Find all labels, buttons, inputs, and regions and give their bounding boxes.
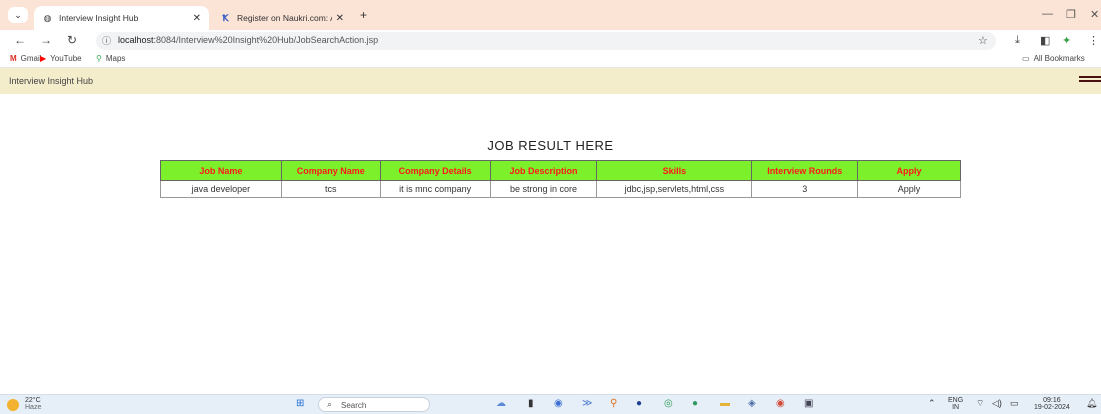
weather-icon[interactable]	[7, 399, 19, 411]
weather-desc: Haze	[25, 404, 42, 411]
bookmark-label: YouTube	[50, 54, 82, 63]
tab-naukri[interactable]: Ꝁ Register on Naukri.com: Apply ✕	[212, 6, 352, 30]
column-header-company-name: Company Name	[280, 160, 381, 181]
tab-interview-insight-hub[interactable]: ◍ Interview Insight Hub ✕	[34, 6, 209, 30]
tab-strip: ⌄ ◍ Interview Insight Hub ✕ Ꝁ Register o…	[0, 0, 1101, 30]
clock[interactable]: 09:16 19-02-2024	[1034, 397, 1070, 411]
volume-icon[interactable]: ◁)	[992, 398, 1002, 409]
taskbar-search[interactable]: ⌕ Search	[318, 397, 430, 412]
column-header-skills: Skills	[596, 160, 753, 181]
url-text[interactable]: localhost:8084/Interview%20Insight%20Hub…	[118, 35, 378, 45]
app-icon[interactable]: ●	[636, 398, 642, 409]
pinned-search-icon[interactable]: ⚲	[610, 398, 617, 409]
edge-icon[interactable]: ●	[692, 398, 698, 409]
store-icon[interactable]: ◈	[748, 398, 756, 409]
task-view-icon[interactable]: ▮	[528, 398, 534, 409]
youtube-icon: ▶	[40, 54, 47, 63]
bookmark-star-icon[interactable]: ☆	[978, 34, 988, 47]
window-close-icon[interactable]: ✕	[1090, 8, 1099, 21]
column-header-job-description: Job Description	[489, 160, 598, 181]
notification-icon[interactable]: 🔔︎	[1086, 398, 1097, 409]
battery-icon[interactable]: ▭	[1010, 398, 1019, 409]
column-header-company-details: Company Details	[379, 160, 491, 181]
page-content: Interview Insight Hub JOB RESULT HERE Jo…	[0, 68, 1101, 394]
site-info-icon[interactable]: ⓘ	[102, 34, 111, 47]
app-header: Interview Insight Hub	[0, 68, 1101, 94]
column-header-interview-rounds: Interview Rounds	[751, 160, 859, 181]
clock-date: 19-02-2024	[1034, 404, 1070, 411]
new-tab-icon[interactable]: +	[360, 8, 367, 22]
weather-temp: 22°C	[25, 397, 41, 404]
tab-title: Register on Naukri.com: Apply	[237, 13, 332, 23]
job-results-table: Job Name Company Name Company Details Jo…	[160, 160, 961, 198]
restore-icon[interactable]: ❐	[1066, 8, 1076, 21]
lang-top: ENG	[948, 397, 964, 404]
chevron-up-icon[interactable]: ⌃	[928, 398, 936, 409]
weather-widget[interactable]: 22°C Haze	[25, 397, 41, 411]
close-icon[interactable]: ✕	[336, 13, 344, 24]
app-title: Interview Insight Hub	[9, 76, 94, 86]
bookmark-maps[interactable]: ⚲ Maps	[96, 54, 125, 63]
url-path: :8084/Interview%20Insight%20Hub/JobSearc…	[153, 35, 379, 45]
sidepanel-icon[interactable]: ◧	[1040, 34, 1050, 47]
table-header-row: Job Name Company Name Company Details Jo…	[160, 160, 961, 181]
page-title: JOB RESULT HERE	[487, 138, 614, 153]
naukri-icon: Ꝁ	[222, 12, 229, 23]
chrome-dev-icon[interactable]: ◉	[776, 398, 785, 409]
maps-icon: ⚲	[96, 54, 102, 63]
bookmark-youtube[interactable]: ▶ YouTube	[40, 54, 82, 63]
tab-search-button[interactable]: ⌄	[8, 7, 28, 23]
gmail-icon: M	[10, 54, 17, 63]
minimize-icon[interactable]: —	[1042, 8, 1053, 20]
hamburger-menu-icon[interactable]	[1079, 76, 1101, 86]
address-bar[interactable]: ⓘ localhost:8084/Interview%20Insight%20H…	[96, 32, 996, 50]
menu-kebab-icon[interactable]: ⋮	[1088, 34, 1099, 47]
cell-company-details: it is mnc company	[379, 180, 491, 198]
forward-icon[interactable]: →	[38, 33, 54, 47]
all-bookmarks-label: All Bookmarks	[1033, 54, 1085, 63]
search-label: Search	[341, 401, 367, 410]
url-host: localhost	[118, 35, 154, 45]
lang-bottom: IN	[952, 404, 960, 411]
cell-company-name: tcs	[280, 180, 381, 198]
bookmark-gmail[interactable]: M Gmail	[10, 54, 42, 63]
cell-job-name: java developer	[160, 180, 282, 198]
bookmarks-bar: M Gmail ▶ YouTube ⚲ Maps ▭ All Bookmarks	[0, 52, 1101, 68]
file-explorer-icon[interactable]: ▬	[720, 398, 730, 409]
all-bookmarks[interactable]: ▭ All Bookmarks	[1022, 54, 1085, 63]
chrome-icon[interactable]: ◎	[664, 398, 673, 409]
wifi-icon[interactable]: ⌔	[976, 398, 984, 409]
extension-icon[interactable]: ✦	[1062, 34, 1071, 47]
language-indicator[interactable]: ENG IN	[948, 397, 963, 411]
bookmark-label: Maps	[105, 54, 126, 63]
folder-icon: ▭	[1022, 54, 1030, 63]
tab-title: Interview Insight Hub	[59, 13, 139, 23]
cell-job-description: be strong in core	[489, 180, 598, 198]
globe-icon: ◍	[43, 12, 52, 23]
bookmark-label: Gmail	[20, 54, 42, 63]
back-icon[interactable]: ←	[12, 33, 28, 47]
windows-start-icon[interactable]: ⊞	[296, 398, 304, 409]
close-icon[interactable]: ✕	[193, 13, 201, 24]
cell-skills: jdbc,jsp,servlets,html,css	[596, 180, 753, 198]
app-icon[interactable]: ≫	[582, 398, 592, 409]
table-row: java developer tcs it is mnc company be …	[160, 180, 961, 198]
app-icon[interactable]: ▣	[804, 398, 813, 409]
taskbar: 22°C Haze ⊞ ⌕ Search ☁ ▮ ◉ ≫ ⚲ ● ◎ ● ▬ ◈…	[0, 394, 1101, 414]
widgets-icon[interactable]: ☁	[496, 398, 506, 409]
search-icon: ⌕	[327, 399, 333, 409]
cell-interview-rounds: 3	[751, 180, 859, 198]
browser-toolbar: ← → ↻ ⓘ localhost:8084/Interview%20Insig…	[0, 30, 1101, 52]
column-header-job-name: Job Name	[160, 160, 282, 181]
column-header-apply: Apply	[857, 160, 961, 181]
download-icon[interactable]: ⤓	[1015, 34, 1020, 47]
clock-time: 09:16	[1043, 397, 1061, 404]
chat-icon[interactable]: ◉	[554, 398, 563, 409]
apply-link[interactable]: Apply	[857, 180, 961, 198]
reload-icon[interactable]: ↻	[64, 33, 80, 47]
